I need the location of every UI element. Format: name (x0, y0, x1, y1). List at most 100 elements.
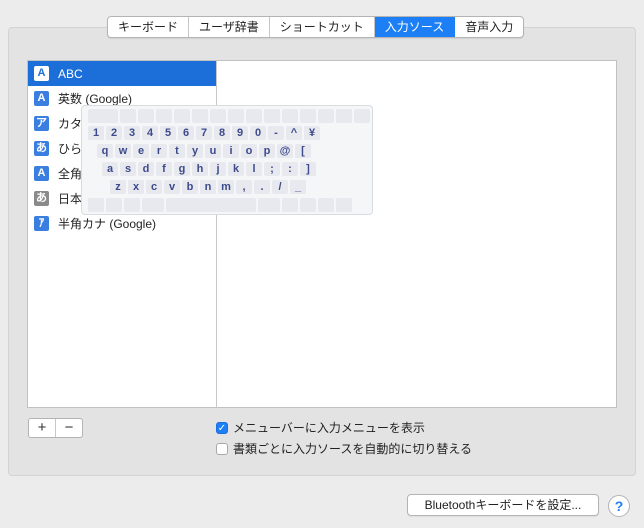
tab-dictation[interactable]: 音声入力 (455, 17, 523, 37)
auto-switch-source-option[interactable]: 書類ごとに入力ソースを自動的に切り替える (216, 440, 472, 457)
add-remove-control: + − (28, 418, 83, 438)
key: l (246, 162, 262, 176)
key: 6 (178, 126, 194, 140)
key: 2 (106, 126, 122, 140)
key: : (282, 162, 298, 176)
key: - (268, 126, 284, 140)
tab-bar: キーボード ユーザ辞書 ショートカット 入力ソース 音声入力 (107, 16, 525, 38)
hiragana-a-icon: あ (34, 141, 49, 156)
key: j (210, 162, 226, 176)
key: k (228, 162, 244, 176)
key (318, 198, 334, 212)
key (318, 109, 334, 123)
key (228, 109, 244, 123)
key: 8 (214, 126, 230, 140)
tab-user-dictionary[interactable]: ユーザ辞書 (189, 17, 270, 37)
checkbox-unchecked-icon[interactable] (216, 442, 228, 455)
key: p (259, 144, 275, 158)
keyboard-row-asdf: a s d f g h j k l;:] (102, 162, 318, 178)
key: e (133, 144, 149, 158)
tab-input-sources[interactable]: 入力ソース (374, 17, 456, 37)
key (124, 198, 140, 212)
key: ^ (286, 126, 302, 140)
letter-a-icon: A (34, 91, 49, 106)
key: 5 (160, 126, 176, 140)
key: t (169, 144, 185, 158)
key: . (254, 180, 270, 194)
key (246, 109, 262, 123)
key: ] (300, 162, 316, 176)
key (120, 109, 136, 123)
key: 4 (142, 126, 158, 140)
input-sources-content: A ABC A 英数 (Google) ア カタカナ (Google) あ ひら… (27, 60, 617, 408)
keyboard-row-zxcv: z x c v b n m,. / _ (110, 180, 308, 196)
key: [ (295, 144, 311, 158)
key: n (200, 180, 216, 194)
key (282, 198, 298, 212)
key (336, 109, 352, 123)
key: ¥ (304, 126, 320, 140)
space-key (166, 198, 256, 212)
key: h (192, 162, 208, 176)
key: q (97, 144, 113, 158)
key: _ (290, 180, 306, 194)
key (300, 198, 316, 212)
remove-source-button[interactable]: − (55, 419, 82, 437)
key (282, 109, 298, 123)
key (336, 198, 352, 212)
key: a (102, 162, 118, 176)
auto-switch-source-label: 書類ごとに入力ソースを自動的に切り替える (233, 442, 473, 456)
key: m (218, 180, 234, 194)
keyboard-function-row (88, 109, 372, 125)
key: ; (264, 162, 280, 176)
key: c (146, 180, 162, 194)
tab-keyboard[interactable]: キーボード (108, 17, 190, 37)
letter-a-icon: A (34, 166, 49, 181)
key (264, 109, 280, 123)
key: 1 (88, 126, 104, 140)
setup-bluetooth-keyboard-button[interactable]: Bluetoothキーボードを設定... (407, 494, 599, 516)
show-input-menu-label: メニューバーに入力メニューを表示 (233, 421, 425, 435)
key: r (151, 144, 167, 158)
key (142, 198, 164, 212)
keyboard-row-qwerty: q w e r t y u i o p @[ (97, 144, 313, 160)
key: y (187, 144, 203, 158)
halfwidth-katakana-icon: ｱ (34, 216, 49, 231)
add-source-button[interactable]: + (29, 419, 55, 437)
key (138, 109, 154, 123)
key (88, 109, 118, 123)
keyboard-row-modifiers (88, 198, 354, 214)
show-input-menu-option[interactable]: ✓ メニューバーに入力メニューを表示 (216, 419, 425, 436)
key (354, 109, 370, 123)
key (210, 109, 226, 123)
key: 0 (250, 126, 266, 140)
keyboard-layout-preview: 1 2 3 4 5 6 7 8 9 0- ^ ¥ q w e r t y u i o p @[ a s d f g h j k l;:] … (81, 105, 373, 215)
key (300, 109, 316, 123)
key: z (110, 180, 126, 194)
key: d (138, 162, 154, 176)
key: f (156, 162, 172, 176)
key: u (205, 144, 221, 158)
katakana-a-icon: ア (34, 116, 49, 131)
help-button[interactable]: ? (608, 495, 630, 517)
checkbox-checked-icon[interactable]: ✓ (216, 421, 228, 434)
key: w (115, 144, 131, 158)
key: , (236, 180, 252, 194)
source-item-abc[interactable]: A ABC (28, 61, 216, 86)
key: b (182, 180, 198, 194)
key: @ (277, 144, 293, 158)
key: 9 (232, 126, 248, 140)
key: s (120, 162, 136, 176)
source-label: ABC (58, 66, 83, 81)
tab-shortcuts[interactable]: ショートカット (270, 17, 375, 37)
key (258, 198, 280, 212)
key: i (223, 144, 239, 158)
hiragana-a-icon: あ (34, 191, 49, 206)
key (192, 109, 208, 123)
key (88, 198, 104, 212)
key (174, 109, 190, 123)
key: g (174, 162, 190, 176)
key (106, 198, 122, 212)
key: o (241, 144, 257, 158)
keyboard-row-numbers: 1 2 3 4 5 6 7 8 9 0- ^ ¥ (88, 126, 322, 142)
